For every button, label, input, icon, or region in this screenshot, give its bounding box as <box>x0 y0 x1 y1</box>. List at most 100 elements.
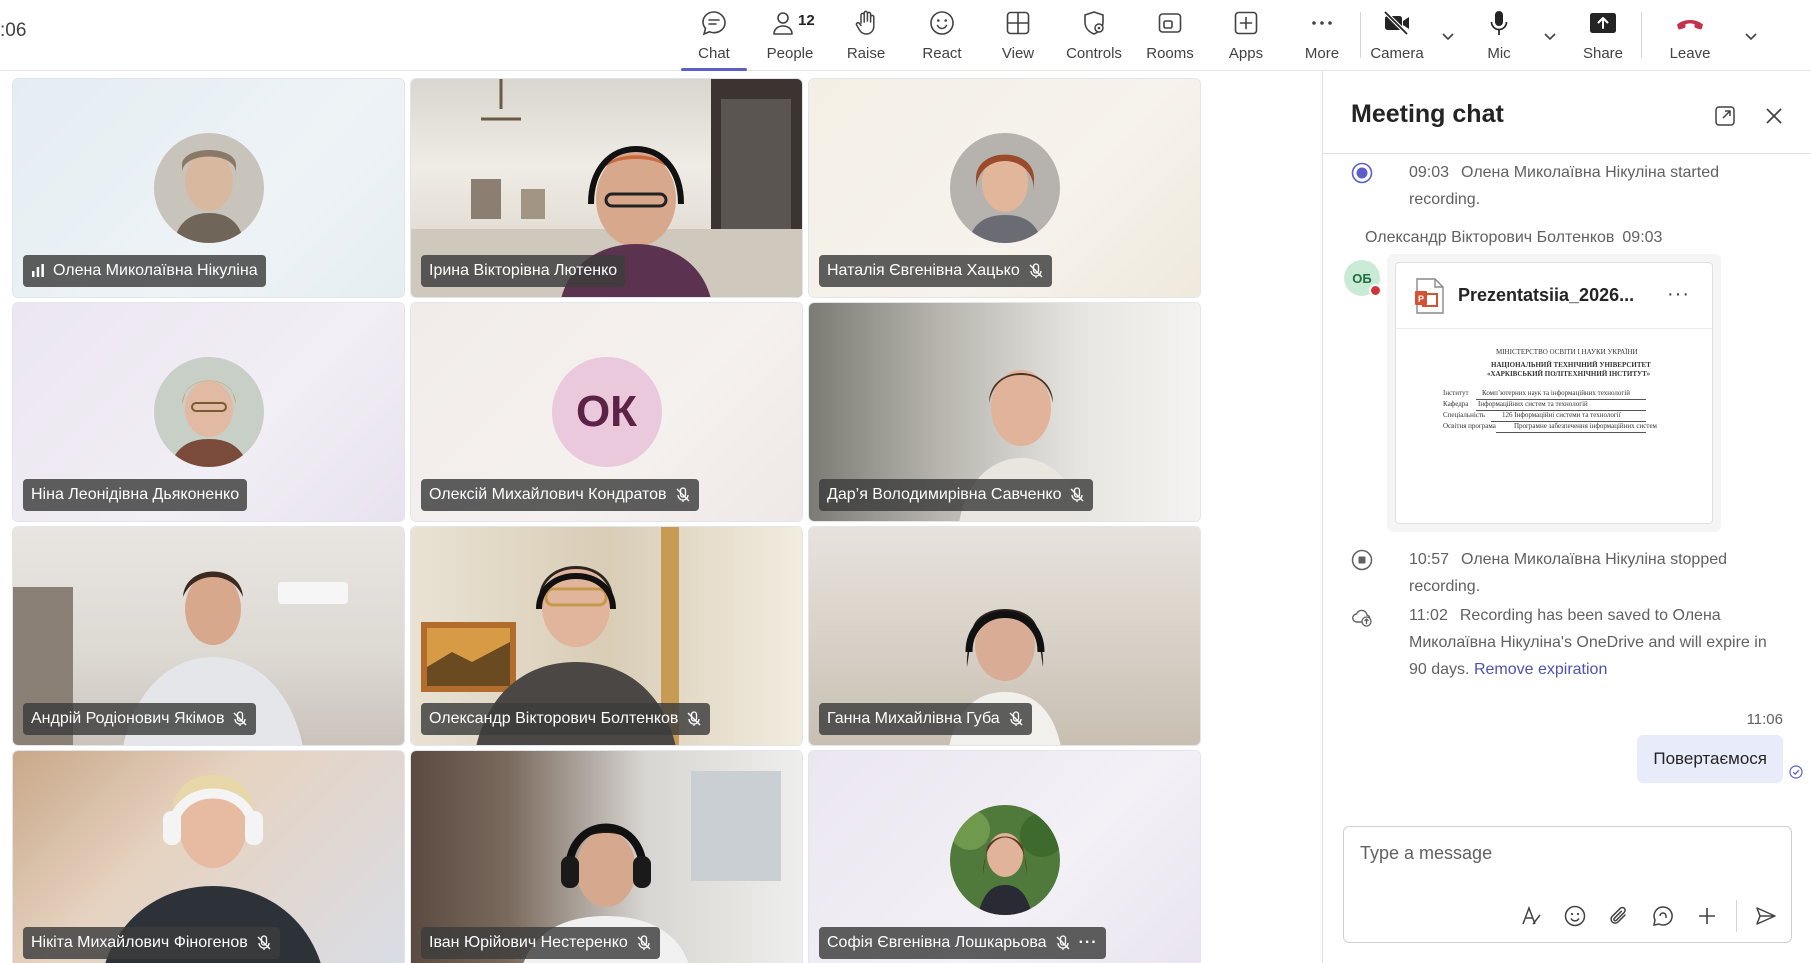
participant-tile[interactable]: Андрій Родіонович Якімов <box>12 526 405 746</box>
participant-name: Олена Миколаївна Нікуліна <box>53 262 258 279</box>
message-compose-box[interactable]: Type a message <box>1343 826 1792 943</box>
participant-nameplate: Ганна Михайлівна Губа <box>819 703 1032 735</box>
more-button[interactable]: More <box>1284 0 1360 71</box>
hand-icon <box>850 7 882 39</box>
mic-off-icon <box>1029 263 1043 278</box>
raise-label: Raise <box>846 45 886 62</box>
event-text: Олена Миколаївна Нікуліна stopped record… <box>1409 551 1728 595</box>
microphone-icon <box>1483 7 1515 39</box>
my-message-time: 11:06 <box>1746 711 1783 728</box>
controls-button[interactable]: Controls <box>1056 0 1132 71</box>
emoji-button[interactable] <box>1560 901 1590 931</box>
participant-tile[interactable]: Ірина Вікторівна Лютенко <box>410 78 803 298</box>
add-app-icon <box>1230 7 1262 39</box>
my-message-bubble[interactable]: Повертаємося <box>1637 735 1783 783</box>
format-button[interactable] <box>1516 901 1546 931</box>
participant-nameplate: Андрій Родіонович Якімов <box>23 703 257 735</box>
participant-tile[interactable]: Наталія Євгенівна Хацько <box>808 78 1201 298</box>
file-name: Prezentatsiia_2026... <box>1458 285 1635 305</box>
view-label: View <box>1001 45 1035 62</box>
camera-off-icon <box>1381 7 1413 39</box>
participant-nameplate: Наталія Євгенівна Хацько <box>819 255 1052 287</box>
share-button[interactable]: Share <box>1565 0 1641 71</box>
emoji-icon <box>1564 905 1586 927</box>
camera-options-button[interactable] <box>1433 0 1463 71</box>
meeting-timer: :06 <box>0 20 27 41</box>
participant-tile[interactable]: Іван Юрійович Нестеренко <box>410 750 803 963</box>
view-button[interactable]: View <box>980 0 1056 71</box>
send-button[interactable] <box>1751 901 1781 931</box>
leave-options-button[interactable] <box>1738 0 1764 71</box>
participant-name: Софія Євгенівна Лошкарьова <box>827 934 1047 951</box>
participant-name: Ганна Михайлівна Губа <box>827 710 1000 727</box>
meeting-toolbar: :06 Chat 12 People Raise React View Cont… <box>0 0 1811 71</box>
doc-label: Інститут <box>1443 389 1469 397</box>
participant-nameplate: Олена Миколаївна Нікуліна <box>23 255 266 287</box>
raise-hand-button[interactable]: Raise <box>828 0 904 71</box>
participant-tile[interactable]: Ніна Леонідівна Дьяконенко <box>12 302 405 522</box>
participant-tile[interactable]: ОК Олексій Михайлович Кондратов <box>410 302 803 522</box>
participant-tile[interactable]: Дар’я Володимирівна Савченко <box>808 302 1201 522</box>
participant-tile[interactable]: Ганна Михайлівна Губа <box>808 526 1201 746</box>
pop-out-chat-button[interactable] <box>1712 103 1738 129</box>
camera-button[interactable]: Camera <box>1361 0 1433 71</box>
participant-nameplate: Дар’я Володимирівна Савченко <box>819 479 1094 511</box>
participant-avatar <box>153 357 264 467</box>
apps-button[interactable]: Apps <box>1208 0 1284 71</box>
loop-icon <box>1653 906 1673 926</box>
doc-label: Кафедра <box>1443 400 1469 408</box>
message-time: 09:03 <box>1622 229 1663 246</box>
event-time: 09:03 <box>1409 164 1450 181</box>
close-chat-button[interactable] <box>1761 103 1787 129</box>
leave-label: Leave <box>1669 45 1711 62</box>
toolbar-actions: Chat 12 People Raise React View Controls… <box>676 0 1764 71</box>
apps-label: Apps <box>1228 45 1264 62</box>
hang-up-icon <box>1674 7 1706 39</box>
participant-initials: ОК <box>551 357 662 467</box>
mic-options-button[interactable] <box>1535 0 1565 71</box>
doc-label: Спеціальність <box>1443 411 1486 419</box>
participant-name: Олександр Вікторович Болтенков <box>429 710 679 727</box>
event-text: Олена Миколаївна Нікуліна started record… <box>1409 164 1719 208</box>
react-button[interactable]: React <box>904 0 980 71</box>
chat-title: Meeting chat <box>1351 100 1504 128</box>
rooms-button[interactable]: Rooms <box>1132 0 1208 71</box>
people-label: People <box>766 45 814 62</box>
remove-expiration-link[interactable]: Remove expiration <box>1474 661 1607 678</box>
rooms-label: Rooms <box>1146 45 1194 62</box>
people-count: 12 <box>798 12 815 29</box>
participant-tile[interactable]: Софія Євгенівна Лошкарьова ··· <box>808 750 1201 963</box>
file-card[interactable]: P Prezentatsiia_2026... ··· МІНІСТЕРСТВО… <box>1395 262 1713 524</box>
chat-label: Chat <box>698 45 730 62</box>
participant-more-button[interactable]: ··· <box>1079 934 1098 952</box>
participant-tile[interactable]: Олена Миколаївна Нікуліна <box>12 78 405 298</box>
participant-tile[interactable]: Нікіта Михайлович Фіногенов <box>12 750 405 963</box>
event-time: 11:02 <box>1409 607 1448 624</box>
loop-button[interactable] <box>1648 901 1678 931</box>
chat-header-divider <box>1323 153 1811 154</box>
leave-button[interactable]: Leave <box>1642 0 1738 71</box>
doc-value: Програмне забезпечення інформаційних сис… <box>1514 422 1657 430</box>
participant-avatar <box>949 805 1060 915</box>
doc-line: НАЦІОНАЛЬНИЙ ТЕХНІЧНИЙ УНІВЕРСИТЕТ <box>1491 361 1651 369</box>
attach-button[interactable] <box>1604 901 1634 931</box>
seen-check-icon <box>1789 765 1803 779</box>
participant-avatar <box>153 133 264 243</box>
avatar-initials: ОБ <box>1352 270 1372 286</box>
chat-button[interactable]: Chat <box>676 0 752 71</box>
people-button[interactable]: 12 People <box>752 0 828 71</box>
mic-off-icon <box>676 487 690 502</box>
participant-name: Наталія Євгенівна Хацько <box>827 262 1020 279</box>
controls-label: Controls <box>1066 45 1122 62</box>
avatar[interactable]: ОБ <box>1344 260 1382 297</box>
doc-line: МІНІСТЕРСТВО ОСВІТИ І НАУКИ УКРАЇНИ <box>1496 348 1638 356</box>
recording-stopped-event: 10:57 Олена Миколаївна Нікуліна stopped r… <box>1351 546 1781 600</box>
more-actions-button[interactable] <box>1692 901 1722 931</box>
mic-off-icon <box>637 935 651 950</box>
participant-tile[interactable]: Олександр Вікторович Болтенков <box>410 526 803 746</box>
file-more-options-button[interactable]: ··· <box>1667 283 1690 306</box>
mic-button[interactable]: Mic <box>1463 0 1535 71</box>
video-gallery: Олена Миколаївна Нікуліна Ірина Вікторів… <box>12 78 1205 963</box>
mic-off-icon <box>687 711 701 726</box>
message-input-placeholder[interactable]: Type a message <box>1360 843 1492 864</box>
